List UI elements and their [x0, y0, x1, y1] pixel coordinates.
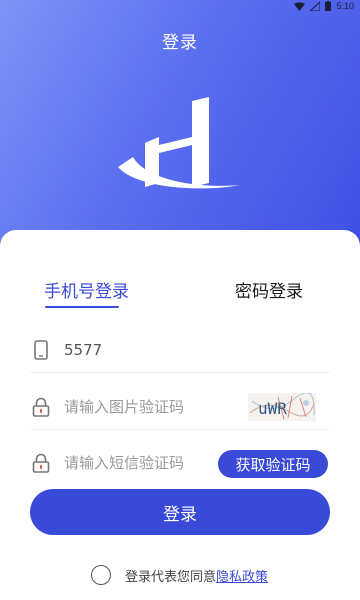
- sms-code-input[interactable]: [64, 454, 224, 472]
- tab-password-login[interactable]: 密码登录: [235, 277, 303, 302]
- captcha-row: uWR: [30, 384, 330, 430]
- agreement: 登录代表您同意 隐私政策: [91, 565, 268, 585]
- lock-icon: [30, 452, 52, 474]
- header-background: 5:10 登录: [0, 0, 360, 260]
- login-card: 手机号登录 密码登录 uWR: [0, 230, 360, 600]
- phone-row: [30, 327, 330, 373]
- tab-phone-login[interactable]: 手机号登录: [44, 277, 129, 302]
- agreement-text: 登录代表您同意: [125, 569, 217, 585]
- get-sms-code-button[interactable]: 获取验证码: [218, 450, 328, 478]
- agree-checkbox[interactable]: [91, 565, 111, 585]
- phone-icon: [30, 339, 52, 361]
- captcha-input[interactable]: [64, 397, 224, 416]
- phone-input[interactable]: [64, 340, 224, 359]
- active-tab-indicator: [45, 306, 119, 308]
- status-bar: 5:10: [0, 0, 360, 12]
- captcha-image[interactable]: uWR: [248, 393, 316, 421]
- status-time: 5:10: [336, 1, 354, 11]
- wifi-icon: [294, 1, 306, 11]
- battery-icon: [325, 1, 332, 11]
- page-title: 登录: [162, 33, 198, 53]
- signal-icon: [310, 1, 321, 11]
- app-logo: [118, 97, 241, 189]
- lock-icon: [30, 396, 52, 418]
- sms-row: 获取验证码: [30, 440, 330, 486]
- privacy-policy-link[interactable]: 隐私政策: [216, 566, 268, 585]
- login-button[interactable]: 登录: [30, 489, 330, 535]
